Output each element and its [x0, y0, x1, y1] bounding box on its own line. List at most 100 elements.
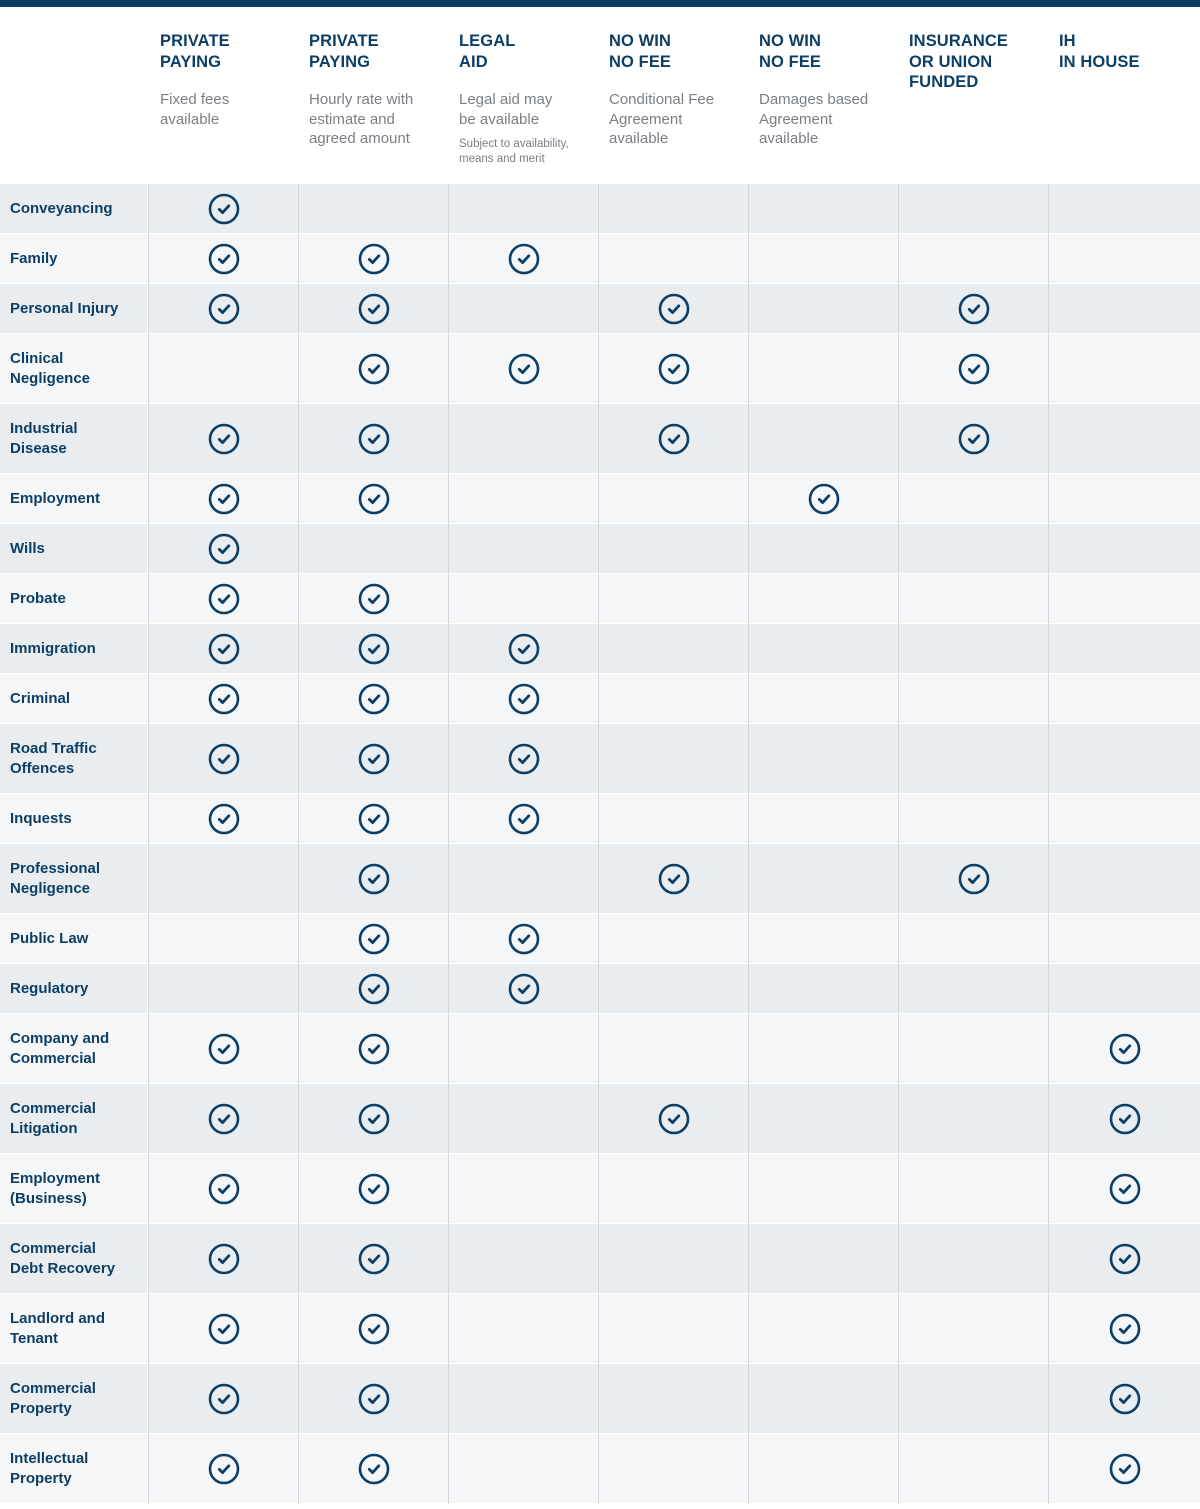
- check-circle-icon: [208, 743, 240, 775]
- check-circle-icon: [208, 1103, 240, 1135]
- check-circle-icon: [208, 1173, 240, 1205]
- availability-cell: [298, 794, 448, 844]
- availability-cell: [448, 334, 598, 404]
- availability-cell: [898, 724, 1048, 794]
- availability-cell: [1048, 1434, 1200, 1504]
- practice-area-label: Clinical Negligence: [10, 349, 91, 387]
- practice-area-label: Regulatory: [10, 979, 89, 997]
- availability-cell: [598, 964, 748, 1014]
- availability-cell: [448, 674, 598, 724]
- availability-cell: [898, 844, 1048, 914]
- practice-area-label: Public Law: [10, 929, 89, 947]
- check-circle-icon: [958, 423, 990, 455]
- availability-cell: [1048, 964, 1200, 1014]
- availability-cell: [148, 184, 298, 234]
- availability-cell: [598, 1434, 748, 1504]
- availability-cell: [598, 914, 748, 964]
- check-circle-icon: [208, 683, 240, 715]
- availability-cell: [448, 1434, 598, 1504]
- availability-cell: [148, 404, 298, 474]
- check-circle-icon: [208, 483, 240, 515]
- availability-cell: [898, 234, 1048, 284]
- column-header-private-paying-fixed: PRIVATE PAYING Fixed fees available: [160, 31, 300, 129]
- availability-cell: [448, 794, 598, 844]
- availability-cell: [1048, 474, 1200, 524]
- row-label-cell: Commercial Debt Recovery: [0, 1224, 148, 1294]
- availability-cell: [1048, 574, 1200, 624]
- practice-area-label: Intellectual Property: [10, 1449, 89, 1487]
- availability-cell: [898, 1084, 1048, 1154]
- availability-cell: [748, 524, 898, 574]
- availability-cell: [148, 234, 298, 284]
- check-circle-icon: [208, 533, 240, 565]
- practice-area-label: Personal Injury: [10, 299, 119, 317]
- availability-cell: [298, 844, 448, 914]
- check-circle-icon: [358, 1103, 390, 1135]
- availability-cell: [898, 574, 1048, 624]
- practice-area-label: Professional Negligence: [10, 859, 101, 897]
- availability-cell: [748, 964, 898, 1014]
- row-label-cell: Landlord and Tenant: [0, 1294, 148, 1364]
- practice-area-label: Inquests: [10, 809, 72, 827]
- availability-cell: [1048, 794, 1200, 844]
- table-row: Industrial Disease: [0, 404, 1200, 474]
- availability-cell: [748, 234, 898, 284]
- funding-options-table: Conveyancing Family Personal Injury Clinica…: [0, 184, 1200, 1504]
- availability-cell: [598, 1294, 748, 1364]
- availability-cell: [298, 964, 448, 1014]
- check-circle-icon: [1109, 1243, 1141, 1275]
- table-row: Road Traffic Offences: [0, 724, 1200, 794]
- availability-cell: [1048, 914, 1200, 964]
- availability-cell: [148, 844, 298, 914]
- availability-cell: [298, 184, 448, 234]
- availability-cell: [748, 914, 898, 964]
- availability-cell: [748, 1434, 898, 1504]
- availability-cell: [1048, 1014, 1200, 1084]
- check-circle-icon: [208, 193, 240, 225]
- availability-cell: [448, 1014, 598, 1084]
- practice-area-label: Employment (Business): [10, 1169, 101, 1207]
- check-circle-icon: [358, 483, 390, 515]
- availability-cell: [148, 1084, 298, 1154]
- practice-area-label: Employment: [10, 489, 101, 507]
- availability-cell: [748, 1364, 898, 1434]
- availability-cell: [1048, 404, 1200, 474]
- availability-cell: [148, 1364, 298, 1434]
- practice-area-label: Commercial Litigation: [10, 1099, 96, 1137]
- availability-cell: [898, 524, 1048, 574]
- availability-cell: [298, 1224, 448, 1294]
- availability-cell: [1048, 724, 1200, 794]
- availability-cell: [598, 1084, 748, 1154]
- availability-cell: [448, 234, 598, 284]
- column-header-no-win-no-fee-cfa: NO WIN NO FEE Conditional Fee Agreement …: [609, 31, 749, 149]
- check-circle-icon: [208, 583, 240, 615]
- availability-cell: [598, 1364, 748, 1434]
- availability-cell: [898, 1294, 1048, 1364]
- table-row: Personal Injury: [0, 284, 1200, 334]
- practice-area-label: Commercial Property: [10, 1379, 96, 1417]
- practice-area-label: Commercial Debt Recovery: [10, 1239, 116, 1277]
- column-description: Conditional Fee Agreement available: [609, 91, 715, 147]
- availability-cell: [298, 674, 448, 724]
- column-title: NO WIN NO FEE: [609, 32, 672, 71]
- check-circle-icon: [658, 1103, 690, 1135]
- availability-cell: [598, 674, 748, 724]
- availability-cell: [298, 724, 448, 794]
- availability-cell: [898, 334, 1048, 404]
- practice-area-label: Probate: [10, 589, 66, 607]
- availability-cell: [598, 1014, 748, 1084]
- check-circle-icon: [508, 923, 540, 955]
- availability-cell: [598, 184, 748, 234]
- table-row: Intellectual Property: [0, 1434, 1200, 1504]
- table-row: Immigration: [0, 624, 1200, 674]
- check-circle-icon: [1109, 1383, 1141, 1415]
- column-description: Legal aid may be available: [459, 91, 553, 128]
- availability-cell: [898, 964, 1048, 1014]
- row-label-cell: Public Law: [0, 914, 148, 964]
- availability-cell: [448, 184, 598, 234]
- check-circle-icon: [958, 293, 990, 325]
- check-circle-icon: [208, 803, 240, 835]
- table-row: Inquests: [0, 794, 1200, 844]
- check-circle-icon: [358, 863, 390, 895]
- table-row: Regulatory: [0, 964, 1200, 1014]
